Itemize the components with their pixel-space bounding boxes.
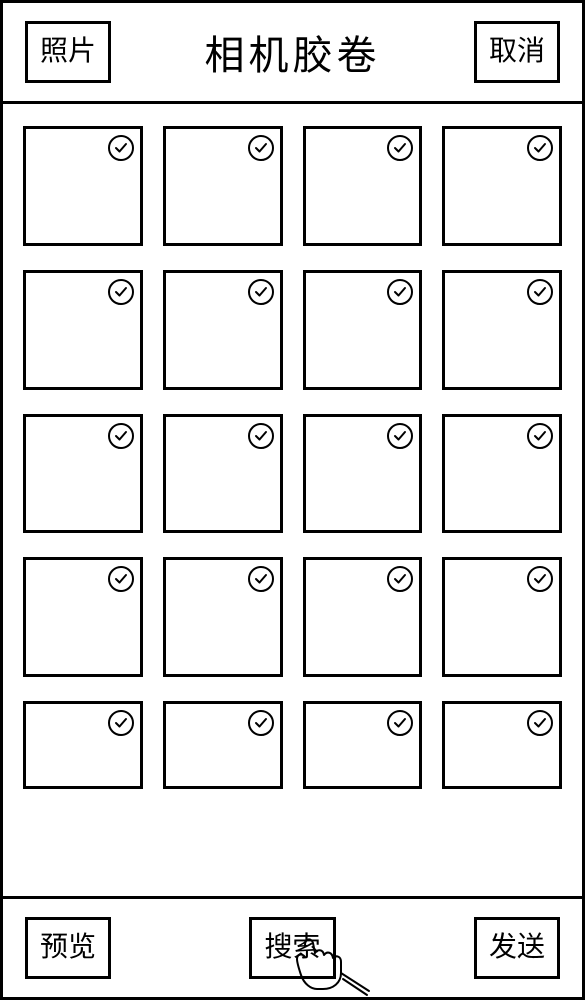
preview-button[interactable]: 预览 xyxy=(25,917,111,979)
checkmark-icon[interactable] xyxy=(527,279,553,305)
photo-grid xyxy=(23,126,562,789)
photo-tile[interactable] xyxy=(442,270,562,390)
checkmark-icon[interactable] xyxy=(387,710,413,736)
photo-tile[interactable] xyxy=(23,270,143,390)
page-title: 相机胶卷 xyxy=(205,23,381,81)
checkmark-icon[interactable] xyxy=(108,279,134,305)
cancel-button[interactable]: 取消 xyxy=(474,21,560,83)
checkmark-icon[interactable] xyxy=(248,710,274,736)
photo-tile[interactable] xyxy=(442,701,562,789)
photo-tile[interactable] xyxy=(442,557,562,677)
checkmark-icon[interactable] xyxy=(108,566,134,592)
checkmark-icon[interactable] xyxy=(248,135,274,161)
photo-tile[interactable] xyxy=(442,414,562,534)
photos-button[interactable]: 照片 xyxy=(25,21,111,83)
photo-tile[interactable] xyxy=(163,126,283,246)
photo-tile[interactable] xyxy=(23,126,143,246)
checkmark-icon[interactable] xyxy=(527,566,553,592)
checkmark-icon[interactable] xyxy=(387,279,413,305)
search-button[interactable]: 搜索 xyxy=(249,917,335,979)
checkmark-icon[interactable] xyxy=(387,423,413,449)
send-button[interactable]: 发送 xyxy=(474,917,560,979)
app-frame: 照片 相机胶卷 取消 预览 搜索 发送 xyxy=(0,0,585,1000)
checkmark-icon[interactable] xyxy=(248,566,274,592)
checkmark-icon[interactable] xyxy=(108,710,134,736)
checkmark-icon[interactable] xyxy=(248,279,274,305)
photo-tile[interactable] xyxy=(23,414,143,534)
checkmark-icon[interactable] xyxy=(527,423,553,449)
photo-tile[interactable] xyxy=(303,126,423,246)
checkmark-icon[interactable] xyxy=(527,135,553,161)
checkmark-icon[interactable] xyxy=(387,566,413,592)
photo-tile[interactable] xyxy=(163,270,283,390)
photo-tile[interactable] xyxy=(23,557,143,677)
checkmark-icon[interactable] xyxy=(248,423,274,449)
checkmark-icon[interactable] xyxy=(108,423,134,449)
photo-tile[interactable] xyxy=(442,126,562,246)
photo-tile[interactable] xyxy=(303,557,423,677)
photo-tile[interactable] xyxy=(303,414,423,534)
photo-tile[interactable] xyxy=(303,701,423,789)
footer-bar: 预览 搜索 发送 xyxy=(3,896,582,997)
photo-tile[interactable] xyxy=(163,701,283,789)
photo-tile[interactable] xyxy=(163,414,283,534)
photo-tile[interactable] xyxy=(163,557,283,677)
checkmark-icon[interactable] xyxy=(108,135,134,161)
photo-tile[interactable] xyxy=(303,270,423,390)
checkmark-icon[interactable] xyxy=(527,710,553,736)
photo-grid-container xyxy=(3,104,582,896)
checkmark-icon[interactable] xyxy=(387,135,413,161)
photo-tile[interactable] xyxy=(23,701,143,789)
header-bar: 照片 相机胶卷 取消 xyxy=(3,3,582,104)
